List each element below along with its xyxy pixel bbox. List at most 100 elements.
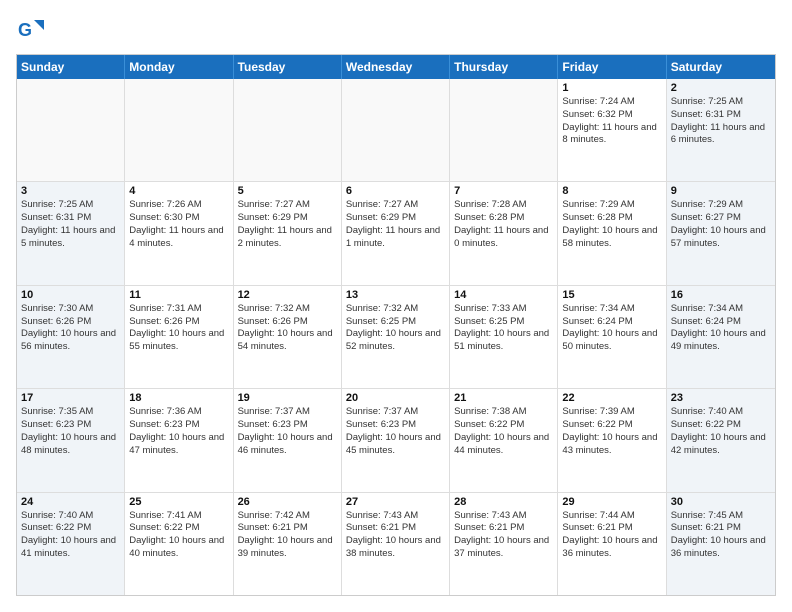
cal-cell: 20 Sunrise: 7:37 AM Sunset: 6:23 PM Dayli… xyxy=(342,389,450,491)
svg-text:G: G xyxy=(18,20,32,40)
day-info: Sunrise: 7:32 AM Sunset: 6:25 PM Dayligh… xyxy=(346,303,445,354)
cal-cell: 2 Sunrise: 7:25 AM Sunset: 6:31 PM Daylig… xyxy=(667,79,775,181)
day-info: Sunrise: 7:24 AM Sunset: 6:32 PM Dayligh… xyxy=(562,96,661,147)
cal-header-thursday: Thursday xyxy=(450,55,558,79)
cal-cell: 8 Sunrise: 7:29 AM Sunset: 6:28 PM Daylig… xyxy=(558,182,666,284)
cal-header-saturday: Saturday xyxy=(667,55,775,79)
cal-cell: 4Sunrise: 7:26 AM Sunset: 6:30 PM Daylig… xyxy=(125,182,233,284)
day-number: 11 xyxy=(129,289,228,301)
day-info: Sunrise: 7:26 AM Sunset: 6:30 PM Dayligh… xyxy=(129,199,228,250)
cal-cell xyxy=(234,79,342,181)
cal-cell: 17 Sunrise: 7:35 AM Sunset: 6:23 PM Dayli… xyxy=(17,389,125,491)
day-info: Sunrise: 7:31 AM Sunset: 6:26 PM Dayligh… xyxy=(129,303,228,354)
cal-cell: 11 Sunrise: 7:31 AM Sunset: 6:26 PM Dayli… xyxy=(125,286,233,388)
day-number: 25 xyxy=(129,496,228,508)
cal-cell: 21Sunrise: 7:38 AM Sunset: 6:22 PM Dayli… xyxy=(450,389,558,491)
cal-cell: 7Sunrise: 7:28 AM Sunset: 6:28 PM Daylig… xyxy=(450,182,558,284)
day-info: Sunrise: 7:34 AM Sunset: 6:24 PM Dayligh… xyxy=(562,303,661,354)
day-info: Sunrise: 7:27 AM Sunset: 6:29 PM Dayligh… xyxy=(346,199,445,250)
day-number: 7 xyxy=(454,185,553,197)
cal-header-tuesday: Tuesday xyxy=(234,55,342,79)
day-number: 10 xyxy=(21,289,120,301)
day-info: Sunrise: 7:25 AM Sunset: 6:31 PM Dayligh… xyxy=(21,199,120,250)
day-number: 16 xyxy=(671,289,771,301)
day-info: Sunrise: 7:34 AM Sunset: 6:24 PM Dayligh… xyxy=(671,303,771,354)
cal-cell: 30 Sunrise: 7:45 AM Sunset: 6:21 PM Dayli… xyxy=(667,493,775,595)
cal-cell: 19Sunrise: 7:37 AM Sunset: 6:23 PM Dayli… xyxy=(234,389,342,491)
day-number: 30 xyxy=(671,496,771,508)
day-number: 23 xyxy=(671,392,771,404)
day-number: 21 xyxy=(454,392,553,404)
day-number: 13 xyxy=(346,289,445,301)
cal-cell: 25 Sunrise: 7:41 AM Sunset: 6:22 PM Dayli… xyxy=(125,493,233,595)
day-number: 22 xyxy=(562,392,661,404)
cal-cell: 9 Sunrise: 7:29 AM Sunset: 6:27 PM Daylig… xyxy=(667,182,775,284)
day-number: 3 xyxy=(21,185,120,197)
day-number: 17 xyxy=(21,392,120,404)
day-number: 29 xyxy=(562,496,661,508)
logo: G xyxy=(16,16,48,44)
day-number: 6 xyxy=(346,185,445,197)
cal-cell: 5 Sunrise: 7:27 AM Sunset: 6:29 PM Daylig… xyxy=(234,182,342,284)
logo-icon: G xyxy=(16,16,44,44)
cal-header-monday: Monday xyxy=(125,55,233,79)
day-number: 20 xyxy=(346,392,445,404)
cal-cell: 3 Sunrise: 7:25 AM Sunset: 6:31 PM Daylig… xyxy=(17,182,125,284)
day-number: 28 xyxy=(454,496,553,508)
day-number: 12 xyxy=(238,289,337,301)
day-info: Sunrise: 7:29 AM Sunset: 6:27 PM Dayligh… xyxy=(671,199,771,250)
day-number: 18 xyxy=(129,392,228,404)
cal-cell: 15 Sunrise: 7:34 AM Sunset: 6:24 PM Dayli… xyxy=(558,286,666,388)
cal-cell: 28Sunrise: 7:43 AM Sunset: 6:21 PM Dayli… xyxy=(450,493,558,595)
day-info: Sunrise: 7:36 AM Sunset: 6:23 PM Dayligh… xyxy=(129,406,228,457)
cal-cell: 12 Sunrise: 7:32 AM Sunset: 6:26 PM Dayli… xyxy=(234,286,342,388)
calendar-body: 1 Sunrise: 7:24 AM Sunset: 6:32 PM Daylig… xyxy=(17,79,775,595)
calendar: SundayMondayTuesdayWednesdayThursdayFrid… xyxy=(16,54,776,596)
cal-week-3: 10 Sunrise: 7:30 AM Sunset: 6:26 PM Dayli… xyxy=(17,286,775,389)
day-info: Sunrise: 7:29 AM Sunset: 6:28 PM Dayligh… xyxy=(562,199,661,250)
day-info: Sunrise: 7:42 AM Sunset: 6:21 PM Dayligh… xyxy=(238,510,337,561)
day-info: Sunrise: 7:41 AM Sunset: 6:22 PM Dayligh… xyxy=(129,510,228,561)
day-info: Sunrise: 7:37 AM Sunset: 6:23 PM Dayligh… xyxy=(346,406,445,457)
day-info: Sunrise: 7:35 AM Sunset: 6:23 PM Dayligh… xyxy=(21,406,120,457)
day-info: Sunrise: 7:33 AM Sunset: 6:25 PM Dayligh… xyxy=(454,303,553,354)
cal-header-wednesday: Wednesday xyxy=(342,55,450,79)
cal-cell xyxy=(342,79,450,181)
cal-cell xyxy=(17,79,125,181)
day-number: 15 xyxy=(562,289,661,301)
cal-cell: 1 Sunrise: 7:24 AM Sunset: 6:32 PM Daylig… xyxy=(558,79,666,181)
cal-header-friday: Friday xyxy=(558,55,666,79)
day-info: Sunrise: 7:32 AM Sunset: 6:26 PM Dayligh… xyxy=(238,303,337,354)
page-header: G xyxy=(16,16,776,44)
day-info: Sunrise: 7:25 AM Sunset: 6:31 PM Dayligh… xyxy=(671,96,771,147)
cal-week-1: 1 Sunrise: 7:24 AM Sunset: 6:32 PM Daylig… xyxy=(17,79,775,182)
cal-cell: 16 Sunrise: 7:34 AM Sunset: 6:24 PM Dayli… xyxy=(667,286,775,388)
cal-cell: 22 Sunrise: 7:39 AM Sunset: 6:22 PM Dayli… xyxy=(558,389,666,491)
day-number: 26 xyxy=(238,496,337,508)
day-info: Sunrise: 7:27 AM Sunset: 6:29 PM Dayligh… xyxy=(238,199,337,250)
day-info: Sunrise: 7:30 AM Sunset: 6:26 PM Dayligh… xyxy=(21,303,120,354)
cal-week-5: 24Sunrise: 7:40 AM Sunset: 6:22 PM Dayli… xyxy=(17,493,775,595)
calendar-header: SundayMondayTuesdayWednesdayThursdayFrid… xyxy=(17,55,775,79)
cal-cell: 23 Sunrise: 7:40 AM Sunset: 6:22 PM Dayli… xyxy=(667,389,775,491)
day-info: Sunrise: 7:40 AM Sunset: 6:22 PM Dayligh… xyxy=(671,406,771,457)
day-info: Sunrise: 7:40 AM Sunset: 6:22 PM Dayligh… xyxy=(21,510,120,561)
cal-week-4: 17 Sunrise: 7:35 AM Sunset: 6:23 PM Dayli… xyxy=(17,389,775,492)
day-number: 1 xyxy=(562,82,661,94)
cal-cell: 27 Sunrise: 7:43 AM Sunset: 6:21 PM Dayli… xyxy=(342,493,450,595)
cal-cell: 14Sunrise: 7:33 AM Sunset: 6:25 PM Dayli… xyxy=(450,286,558,388)
day-number: 9 xyxy=(671,185,771,197)
day-number: 8 xyxy=(562,185,661,197)
cal-cell: 13 Sunrise: 7:32 AM Sunset: 6:25 PM Dayli… xyxy=(342,286,450,388)
cal-cell: 10 Sunrise: 7:30 AM Sunset: 6:26 PM Dayli… xyxy=(17,286,125,388)
day-info: Sunrise: 7:45 AM Sunset: 6:21 PM Dayligh… xyxy=(671,510,771,561)
day-info: Sunrise: 7:43 AM Sunset: 6:21 PM Dayligh… xyxy=(346,510,445,561)
day-info: Sunrise: 7:39 AM Sunset: 6:22 PM Dayligh… xyxy=(562,406,661,457)
day-number: 5 xyxy=(238,185,337,197)
day-number: 27 xyxy=(346,496,445,508)
cal-cell: 6 Sunrise: 7:27 AM Sunset: 6:29 PM Daylig… xyxy=(342,182,450,284)
cal-cell: 24Sunrise: 7:40 AM Sunset: 6:22 PM Dayli… xyxy=(17,493,125,595)
day-info: Sunrise: 7:44 AM Sunset: 6:21 PM Dayligh… xyxy=(562,510,661,561)
cal-header-sunday: Sunday xyxy=(17,55,125,79)
day-number: 2 xyxy=(671,82,771,94)
